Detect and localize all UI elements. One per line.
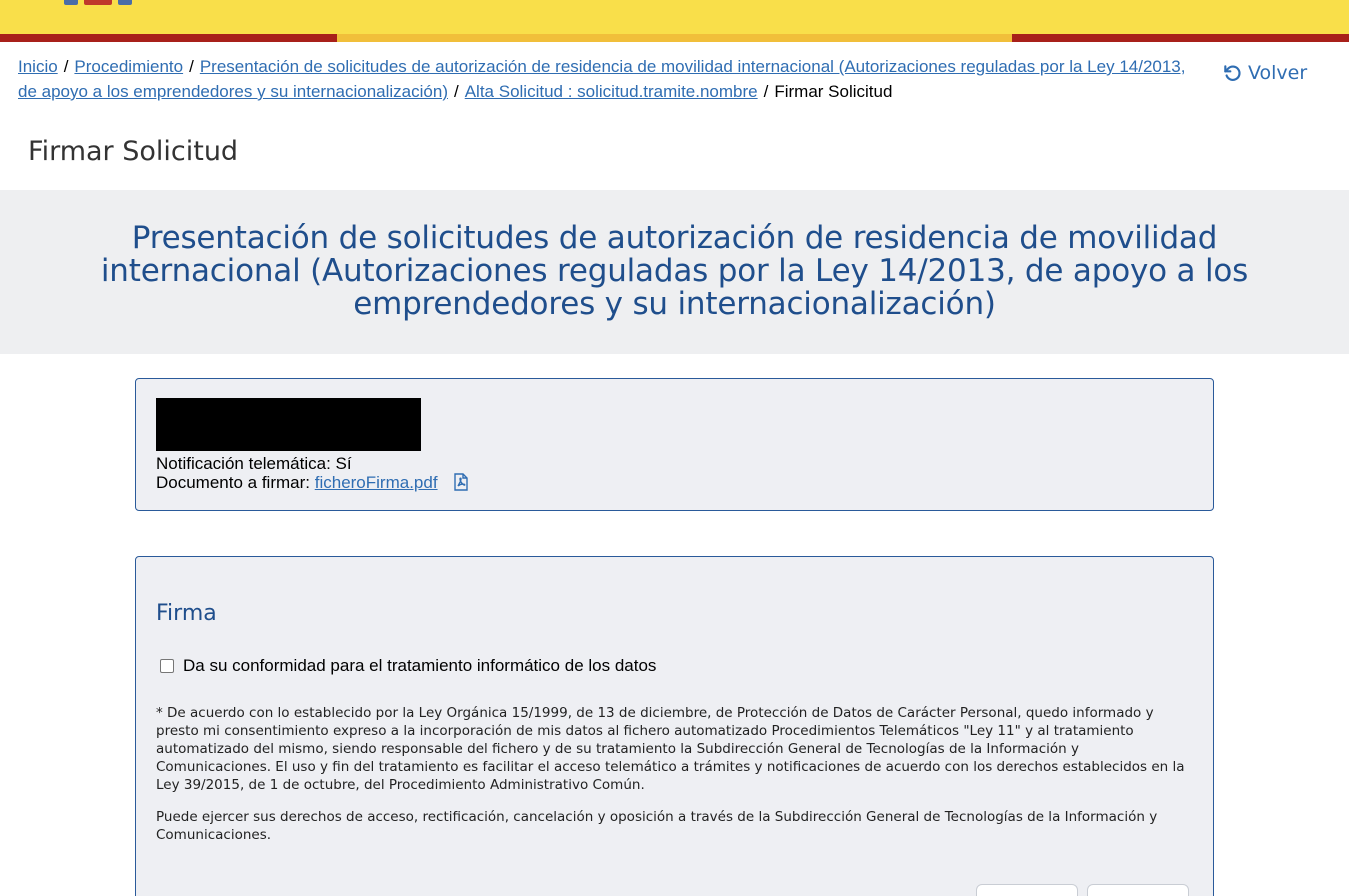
notificacion-value: Sí — [335, 454, 352, 473]
info-lines: Notificación telemática: Sí Documento a … — [156, 454, 468, 492]
firma-heading: Firma — [156, 601, 217, 626]
action-button-2[interactable] — [1087, 884, 1189, 896]
top-header-bar — [0, 0, 1349, 34]
breadcrumb-separator: / — [63, 57, 69, 76]
firma-card: Firma Da su conformidad para el tratamie… — [135, 556, 1214, 896]
legal-text-paragraph-2: Puede ejercer sus derechos de acceso, re… — [156, 809, 1158, 843]
logo[interactable] — [64, 0, 132, 6]
notificacion-row: Notificación telemática: Sí — [156, 454, 468, 473]
breadcrumb: Inicio / Procedimiento / Presentación de sol… — [18, 54, 1198, 104]
solicitud-info-card: Notificación telemática: Sí Documento a … — [135, 378, 1214, 511]
procedure-banner: Presentación de solicitudes de autorizac… — [0, 190, 1349, 354]
volver-label: Volver — [1248, 62, 1308, 84]
breadcrumb-separator: / — [453, 82, 459, 101]
pdf-file-icon[interactable] — [454, 473, 468, 491]
header-stripe-yellow — [337, 34, 1012, 42]
documento-row: Documento a firmar: ficheroFirma.pdf — [156, 473, 468, 492]
header-stripe-red-left — [0, 34, 337, 42]
legal-text-paragraph-1: * De acuerdo con lo establecido por la L… — [156, 705, 1185, 793]
consent-label: Da su conformidad para el tratamiento in… — [183, 656, 657, 675]
procedure-title: Presentación de solicitudes de autorizac… — [100, 220, 1249, 322]
documento-label: Documento a firmar: — [156, 473, 310, 492]
breadcrumb-link-procedimiento[interactable]: Procedimiento — [74, 57, 183, 76]
documento-file-link[interactable]: ficheroFirma.pdf — [315, 473, 438, 492]
breadcrumb-separator: / — [763, 82, 769, 101]
consent-row[interactable]: Da su conformidad para el tratamiento in… — [160, 656, 656, 676]
breadcrumb-link-inicio[interactable]: Inicio — [18, 57, 58, 76]
undo-icon — [1224, 65, 1241, 81]
redacted-block — [156, 398, 421, 451]
volver-button[interactable]: Volver — [1222, 62, 1307, 84]
header-stripe-red-right — [1012, 34, 1349, 42]
breadcrumb-separator: / — [189, 57, 194, 76]
consent-checkbox[interactable] — [160, 659, 174, 673]
breadcrumb-link-alta-solicitud[interactable]: Alta Solicitud : solicitud.tramite.nombr… — [465, 82, 758, 101]
breadcrumb-current: Firmar Solicitud — [774, 82, 893, 101]
action-button-1[interactable] — [976, 884, 1078, 896]
notificacion-label: Notificación telemática: — [156, 454, 331, 473]
page-title: Firmar Solicitud — [28, 136, 239, 167]
